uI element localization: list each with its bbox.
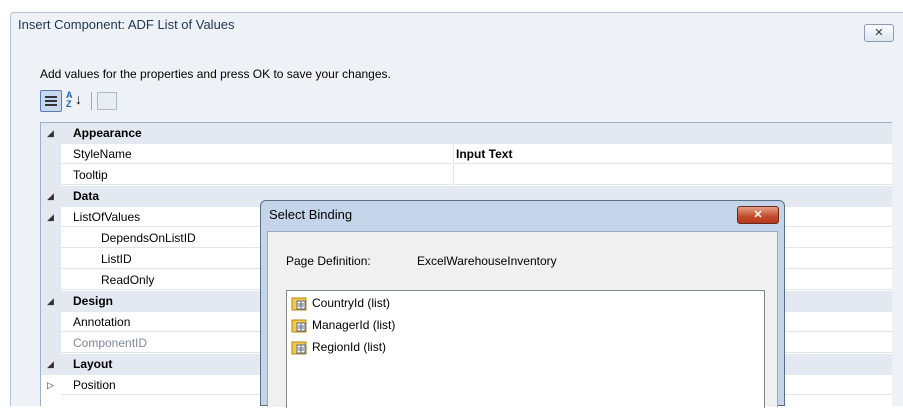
binding-list: CountryId (list) ManagerId (list) Region… <box>286 290 765 408</box>
select-binding-body: Page Definition: ExcelWarehouseInventory… <box>267 231 778 408</box>
categorized-icon[interactable] <box>40 90 62 112</box>
sort-z-glyph: Z <box>66 99 72 109</box>
collapsed-expander-icon[interactable]: ▷ <box>47 375 54 395</box>
select-binding-title: Select Binding <box>269 207 353 222</box>
property-value[interactable] <box>453 165 892 185</box>
row-gutter <box>41 333 61 354</box>
row-gutter <box>41 249 61 270</box>
category-label: Appearance <box>73 126 142 140</box>
property-row-stylename[interactable]: StyleName Input Text <box>41 144 892 165</box>
row-gutter <box>41 270 61 291</box>
dialog-close-button[interactable]: ✕ <box>864 24 894 42</box>
sort-alphabetical-icon[interactable]: A Z ↓ <box>65 90 87 112</box>
category-appearance[interactable]: ◢ Appearance <box>41 123 892 144</box>
binding-item-label: RegionId (list) <box>312 340 387 354</box>
expander-icon[interactable]: ◢ <box>47 354 54 374</box>
toolbar-separator <box>91 92 92 110</box>
list-binding-icon <box>291 297 307 311</box>
row-gutter <box>41 228 61 249</box>
row-gutter <box>41 165 61 186</box>
binding-item-label: CountryId (list) <box>312 296 391 310</box>
row-gutter <box>41 312 61 333</box>
expander-icon[interactable]: ◢ <box>47 123 54 143</box>
property-name: Tooltip <box>61 165 452 185</box>
page-definition-value: ExcelWarehouseInventory <box>417 254 557 268</box>
select-binding-dialog: Select Binding ✕ Page Definition: ExcelW… <box>260 200 785 408</box>
expander-icon[interactable]: ◢ <box>47 207 54 227</box>
binding-item-label: ManagerId (list) <box>312 318 396 332</box>
list-binding-icon <box>291 341 307 355</box>
list-binding-icon <box>291 319 307 333</box>
property-pages-icon[interactable] <box>97 92 117 110</box>
property-name: StyleName <box>61 144 452 164</box>
property-row-tooltip[interactable]: Tooltip <box>41 165 892 186</box>
select-binding-close-button[interactable]: ✕ <box>737 206 779 224</box>
expander-icon[interactable]: ◢ <box>47 186 54 206</box>
page-definition-label: Page Definition: <box>286 254 371 268</box>
dialog-title: Insert Component: ADF List of Values <box>18 17 235 32</box>
row-gutter <box>41 144 61 165</box>
instructions-text: Add values for the properties and press … <box>40 67 391 81</box>
property-value[interactable]: Input Text <box>453 144 892 164</box>
sort-arrow-glyph: ↓ <box>75 91 82 107</box>
expander-icon[interactable]: ◢ <box>47 291 54 311</box>
